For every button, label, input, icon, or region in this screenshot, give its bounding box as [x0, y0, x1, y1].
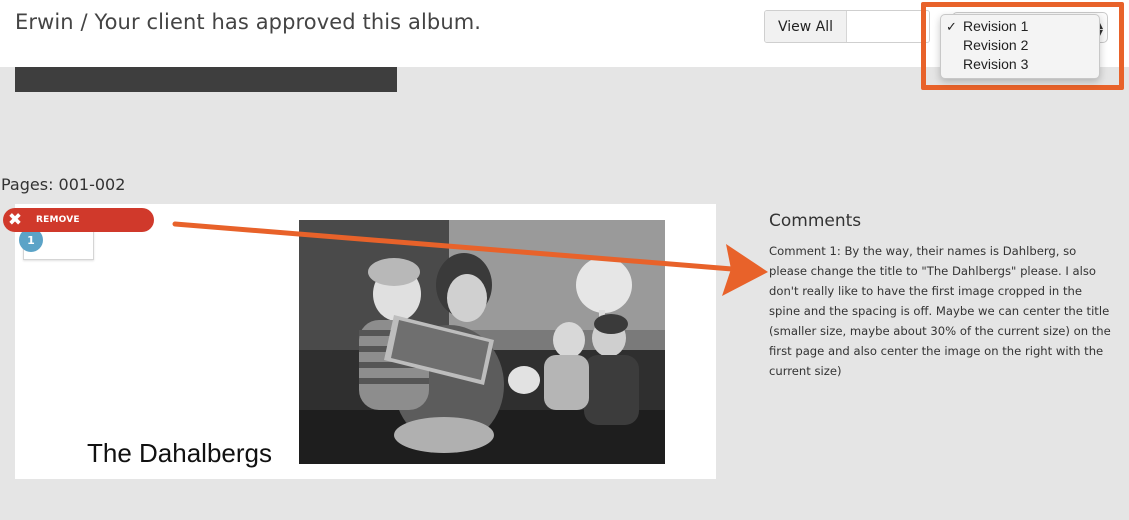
remove-label: REMOVE	[36, 215, 80, 225]
dropdown-option-label: Revision 1	[963, 18, 1029, 34]
view-all-control: View All	[764, 10, 930, 43]
revision-dropdown-menu: ✓ Revision 1 Revision 2 Revision 3	[940, 14, 1100, 79]
view-all-button[interactable]: View All	[765, 11, 847, 42]
family-photo	[299, 220, 665, 464]
comments-heading: Comments	[769, 211, 862, 231]
pages-label: Pages: 001-002	[1, 175, 126, 194]
album-cover-bar	[15, 67, 397, 92]
close-icon: ✖	[7, 210, 23, 230]
dropdown-option-revision-3[interactable]: Revision 3	[941, 55, 1099, 74]
remove-button[interactable]: ✖ REMOVE	[3, 208, 154, 232]
comment-text: Comment 1: By the way, their names is Da…	[769, 244, 1111, 378]
dropdown-option-label: Revision 3	[963, 56, 1029, 72]
page-title: Erwin / Your client has approved this al…	[15, 10, 482, 34]
checkmark-icon: ✓	[946, 19, 957, 34]
photo-illustration	[299, 220, 665, 464]
dropdown-option-revision-1[interactable]: ✓ Revision 1	[941, 17, 1099, 36]
dropdown-option-label: Revision 2	[963, 37, 1029, 53]
dropdown-option-revision-2[interactable]: Revision 2	[941, 36, 1099, 55]
album-title-text: The Dahalbergs	[87, 438, 272, 468]
view-all-field[interactable]	[847, 11, 929, 42]
